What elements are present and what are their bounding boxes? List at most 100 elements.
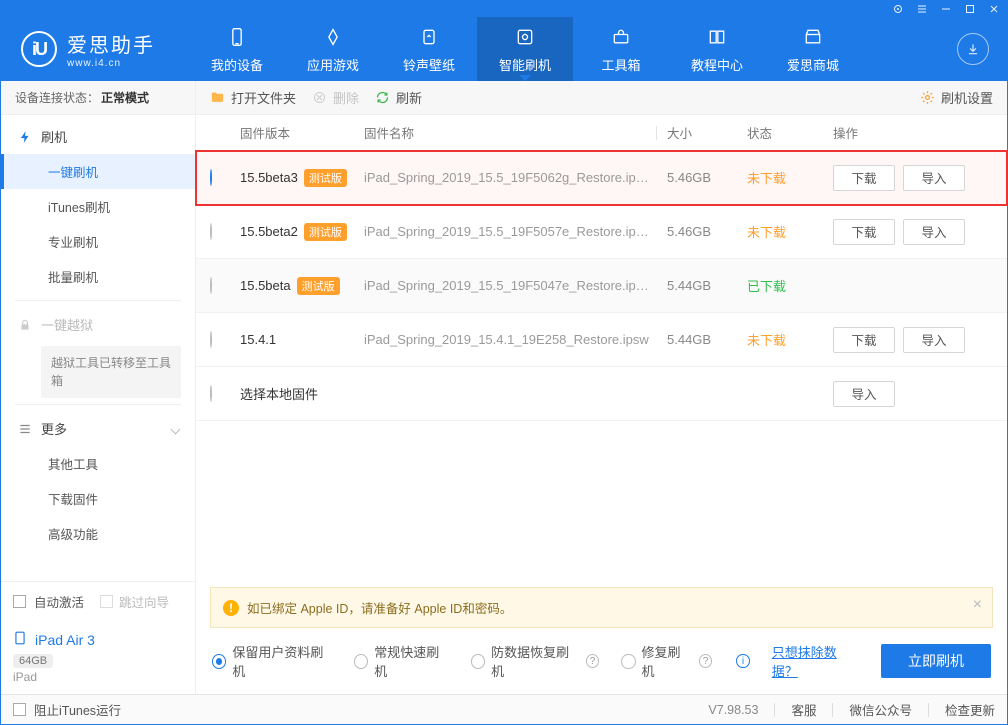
- start-flash-button[interactable]: 立即刷机: [881, 644, 991, 678]
- store-icon: [801, 25, 825, 49]
- phone-icon: [225, 25, 249, 49]
- beta-tag: 测试版: [304, 169, 347, 187]
- auto-activate-checkbox[interactable]: [13, 595, 26, 608]
- table-row[interactable]: 15.5beta3 测试版iPad_Spring_2019_15.5_19F50…: [196, 151, 1007, 205]
- th-status: 状态: [747, 123, 833, 142]
- th-size: 大小: [667, 123, 747, 142]
- opt-anti-recovery[interactable]: 防数据恢复刷机?: [471, 642, 599, 680]
- conn-label: 设备连接状态：: [15, 89, 99, 106]
- status-bar: 阻止iTunes运行 V7.98.53 客服 微信公众号 检查更新: [1, 694, 1007, 724]
- download-button[interactable]: 下载: [833, 165, 895, 191]
- device-capacity: 64GB: [13, 654, 53, 668]
- more-icon: [17, 421, 33, 437]
- version-label: V7.98.53: [708, 703, 758, 717]
- import-button[interactable]: 导入: [903, 219, 965, 245]
- divider: [15, 300, 181, 301]
- table-row[interactable]: 选择本地固件 导入: [196, 367, 1007, 421]
- device-name[interactable]: iPad Air 3: [35, 632, 95, 648]
- check-update-link[interactable]: 检查更新: [945, 700, 995, 719]
- toolbox-icon: [609, 25, 633, 49]
- row-radio[interactable]: [210, 385, 212, 402]
- open-folder-label: 打开文件夹: [231, 88, 296, 107]
- refresh-icon: [513, 25, 537, 49]
- brand-name: 爱思助手: [67, 29, 155, 58]
- book-icon: [705, 25, 729, 49]
- firmware-version: 选择本地固件: [236, 384, 364, 403]
- row-radio[interactable]: [210, 331, 212, 348]
- logo-mark-icon: iU: [21, 31, 57, 67]
- erase-data-link[interactable]: 只想抹除数据？: [772, 642, 859, 680]
- sidebar-group-flash[interactable]: 刷机: [1, 119, 195, 154]
- nav-smart-flash[interactable]: 智能刷机: [477, 17, 573, 81]
- sidebar-item-pro-flash[interactable]: 专业刷机: [1, 224, 195, 259]
- titlebar-menu-icon[interactable]: [915, 2, 929, 16]
- firmware-filename: iPad_Spring_2019_15.5_19F5047e_Restore.i…: [364, 278, 667, 293]
- titlebar-settings-icon[interactable]: [891, 2, 905, 16]
- titlebar-minimize-icon[interactable]: [939, 2, 953, 16]
- firmware-list: 15.5beta3 测试版iPad_Spring_2019_15.5_19F50…: [196, 151, 1007, 421]
- opt-keep-data[interactable]: 保留用户资料刷机: [212, 642, 332, 680]
- sidebar-item-other-tools[interactable]: 其他工具: [1, 446, 195, 481]
- skip-guide-label: 跳过向导: [119, 592, 169, 611]
- nav-store[interactable]: 爱思商城: [765, 17, 861, 81]
- th-name: 固件名称: [364, 123, 656, 142]
- row-radio[interactable]: [210, 223, 212, 240]
- row-radio[interactable]: [210, 169, 212, 186]
- sidebar-item-one-key-flash[interactable]: 一键刷机: [1, 154, 195, 189]
- firmware-version: 15.5beta2 测试版: [236, 223, 364, 241]
- table-row[interactable]: 15.4.1iPad_Spring_2019_15.4.1_19E258_Res…: [196, 313, 1007, 367]
- firmware-size: 5.44GB: [667, 332, 747, 347]
- skip-guide-checkbox[interactable]: [100, 595, 113, 608]
- import-button[interactable]: 导入: [833, 381, 895, 407]
- firmware-size: 5.44GB: [667, 278, 747, 293]
- open-folder-button[interactable]: 打开文件夹: [210, 88, 296, 107]
- nav-ringtone-wallpaper[interactable]: 铃声壁纸: [381, 17, 477, 81]
- sidebar-item-itunes-flash[interactable]: iTunes刷机: [1, 189, 195, 224]
- opt-label: 常规快速刷机: [374, 642, 449, 680]
- sidebar-item-download-firmware[interactable]: 下载固件: [1, 481, 195, 516]
- opt-normal-fast[interactable]: 常规快速刷机: [354, 642, 449, 680]
- titlebar-maximize-icon[interactable]: [963, 2, 977, 16]
- sidebar-item-batch-flash[interactable]: 批量刷机: [1, 259, 195, 294]
- main-nav: 我的设备 应用游戏 铃声壁纸 智能刷机 工具箱 教程中心: [189, 17, 939, 81]
- download-button[interactable]: 下载: [833, 219, 895, 245]
- refresh-button[interactable]: 刷新: [375, 88, 422, 107]
- sidebar-group-label: 刷机: [41, 127, 67, 146]
- radio-icon: [471, 654, 485, 669]
- help-icon[interactable]: ?: [586, 654, 599, 668]
- opt-label: 修复刷机: [642, 642, 691, 680]
- folder-icon: [210, 90, 225, 105]
- opt-repair[interactable]: 修复刷机?: [621, 642, 712, 680]
- help-icon[interactable]: ?: [699, 654, 712, 668]
- import-button[interactable]: 导入: [903, 327, 965, 353]
- nav-my-device[interactable]: 我的设备: [189, 17, 285, 81]
- titlebar-close-icon[interactable]: [987, 2, 1001, 16]
- block-itunes-checkbox[interactable]: [13, 703, 26, 716]
- table-row[interactable]: 15.5beta 测试版iPad_Spring_2019_15.5_19F504…: [196, 259, 1007, 313]
- firmware-status: 未下载: [747, 222, 833, 241]
- opt-label: 防数据恢复刷机: [491, 642, 578, 680]
- table-row[interactable]: 15.5beta2 测试版iPad_Spring_2019_15.5_19F50…: [196, 205, 1007, 259]
- row-radio[interactable]: [210, 277, 212, 294]
- flash-options: 保留用户资料刷机 常规快速刷机 防数据恢复刷机? 修复刷机? i 只想抹除数据？…: [196, 628, 1007, 694]
- nav-label: 应用游戏: [307, 55, 359, 74]
- import-button[interactable]: 导入: [903, 165, 965, 191]
- wechat-link[interactable]: 微信公众号: [849, 700, 912, 719]
- firmware-filename: iPad_Spring_2019_15.5_19F5062g_Restore.i…: [364, 170, 667, 185]
- sidebar-item-advanced[interactable]: 高级功能: [1, 516, 195, 551]
- nav-toolbox[interactable]: 工具箱: [573, 17, 669, 81]
- alert-close-icon[interactable]: ×: [973, 596, 982, 614]
- nav-apps-games[interactable]: 应用游戏: [285, 17, 381, 81]
- customer-service-link[interactable]: 客服: [791, 700, 816, 719]
- nav-tutorials[interactable]: 教程中心: [669, 17, 765, 81]
- device-type: iPad: [13, 670, 183, 684]
- device-panel: iPad Air 3 64GB iPad: [1, 621, 195, 694]
- sidebar-group-more[interactable]: 更多: [1, 411, 195, 446]
- sidebar: 设备连接状态： 正常模式 刷机 一键刷机 iTunes刷机 专业刷机 批量刷机 …: [1, 81, 196, 694]
- download-button[interactable]: 下载: [833, 327, 895, 353]
- nav-label: 爱思商城: [787, 55, 839, 74]
- flash-settings-button[interactable]: 刷机设置: [920, 88, 993, 107]
- header-download-button[interactable]: [957, 33, 989, 65]
- info-icon[interactable]: i: [736, 654, 750, 668]
- firmware-status: 已下载: [747, 276, 833, 295]
